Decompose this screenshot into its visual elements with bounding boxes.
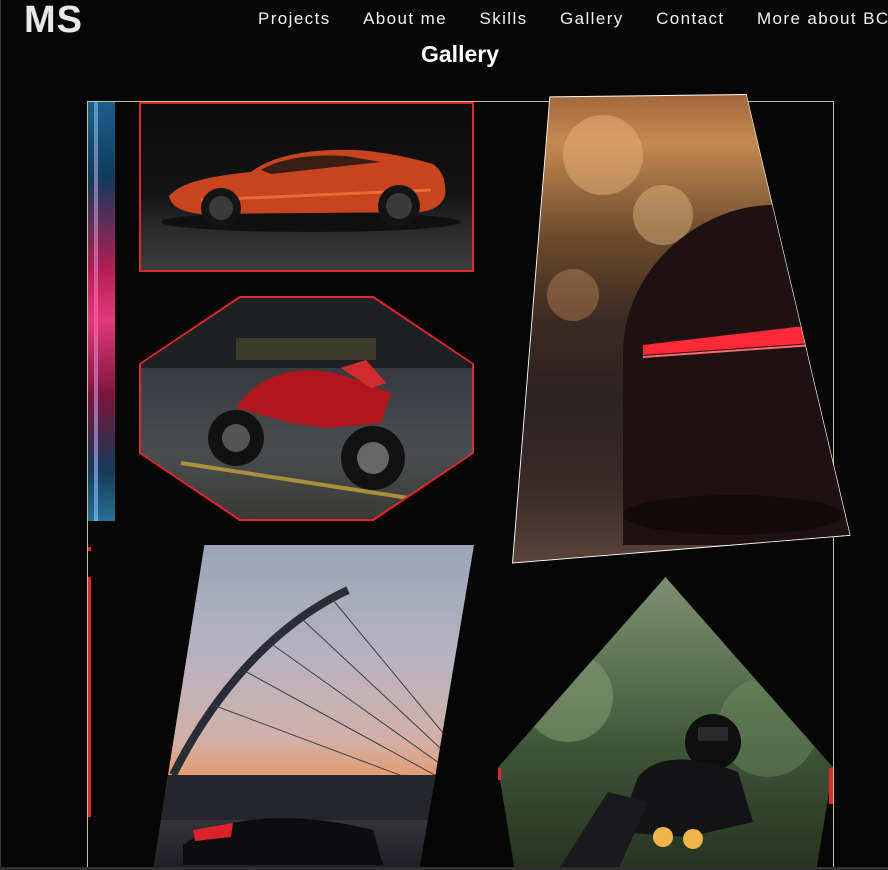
gallery-title: Gallery bbox=[421, 41, 499, 67]
left-border-rule bbox=[0, 0, 1, 870]
main-nav: Projects About me Skills Gallery Contact… bbox=[258, 9, 888, 29]
nav-item-projects[interactable]: Projects bbox=[258, 9, 331, 29]
nav-item-more-about-bci[interactable]: More about BCI bbox=[757, 9, 888, 29]
red-accent-edge bbox=[88, 577, 91, 817]
red-accent-edge-small bbox=[498, 768, 501, 780]
red-accent-dot bbox=[88, 547, 91, 551]
gallery-image-cropped-left[interactable] bbox=[88, 102, 115, 521]
page: MS Projects About me Skills Gallery Cont… bbox=[0, 0, 888, 870]
gallery-image-orange-sports-car[interactable] bbox=[139, 102, 474, 272]
bridge-illustration bbox=[153, 586, 474, 865]
image-detail bbox=[94, 102, 98, 521]
car-illustration bbox=[161, 149, 461, 232]
nav-item-contact[interactable]: Contact bbox=[656, 9, 724, 29]
nav-item-about-me[interactable]: About me bbox=[363, 9, 447, 29]
red-accent-edge-right bbox=[829, 768, 833, 804]
nav-item-skills[interactable]: Skills bbox=[479, 9, 527, 29]
gallery-image-bridge-motorcycle[interactable] bbox=[153, 545, 474, 870]
site-logo[interactable]: MS bbox=[24, 0, 83, 42]
nav-item-gallery[interactable]: Gallery bbox=[560, 9, 624, 29]
